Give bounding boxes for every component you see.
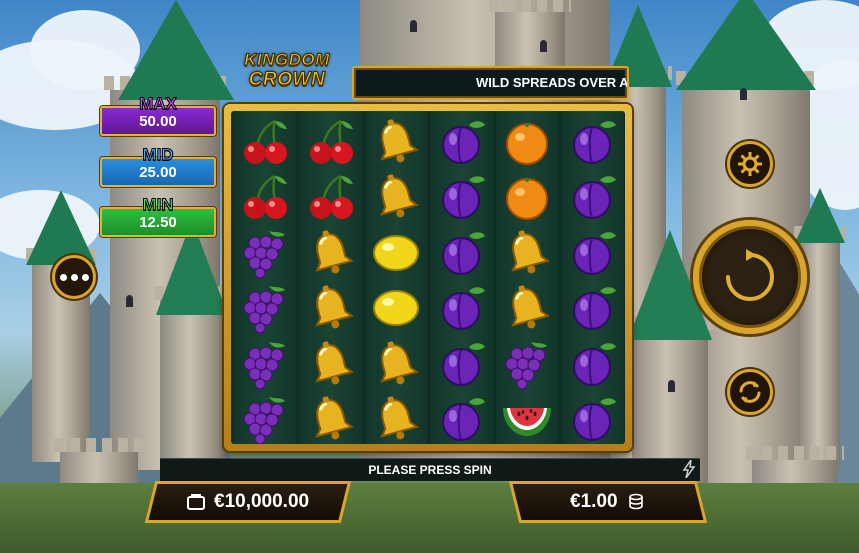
bell-icon [300,225,362,280]
jackpot-min-label: MIN [142,195,174,214]
balance-value: €10,000.00 [214,491,310,512]
plum-icon [562,336,624,391]
cherry-icon [234,114,296,169]
bell-icon [300,281,362,336]
grapes-icon [234,225,296,280]
bet-display[interactable]: €1.00 [508,481,708,523]
bell-icon [365,336,427,391]
bell-icon [496,281,558,336]
reel-1 [234,111,296,444]
plum-icon [562,170,624,225]
balance-display: €10,000.00 [144,481,352,523]
grapes-icon [496,336,558,391]
jackpot-mid-label: MID [142,145,174,164]
cherry-icon [300,114,362,169]
grapes-icon [234,281,296,336]
lemon-icon [365,281,427,336]
plum-icon [562,281,624,336]
menu-dots-icon [59,273,89,281]
orange-icon [496,114,558,169]
jackpot-max-label: MAX [139,94,178,113]
coins-icon [628,493,643,510]
bell-icon [365,114,427,169]
plum-icon [562,225,624,280]
plum-icon [431,281,493,336]
plum-icon [431,114,493,169]
bell-icon [365,170,427,225]
grapes-icon [234,392,296,444]
settings-button[interactable] [727,141,773,187]
autoplay-icon [739,381,761,403]
spin-arrow-icon [726,249,774,301]
menu-button[interactable] [52,255,96,299]
reel-frame [224,104,632,451]
autoplay-button[interactable] [727,369,773,415]
plum-icon [431,336,493,391]
cherry-icon [300,170,362,225]
reel-area [231,111,625,444]
reel-3 [365,111,427,444]
cherry-icon [234,170,296,225]
lemon-icon [365,225,427,280]
logo-line-1: KINGDOM [244,50,330,70]
plum-icon [431,225,493,280]
plum-icon [562,114,624,169]
reel-4 [430,111,493,445]
plum-icon [431,392,493,445]
logo-line-2: CROWN [248,69,326,90]
bell-icon [300,336,362,391]
reel-6 [561,111,624,445]
status-message: PLEASE PRESS SPIN [160,458,700,481]
bell-icon [496,225,558,280]
gear-icon [738,152,762,176]
bet-value: €1.00 [570,491,618,512]
orange-icon [496,170,558,225]
wallet-icon [187,494,206,510]
info-marquee: WILD SPREADS OVER A [352,66,629,100]
spin-button[interactable] [693,220,807,334]
plum-icon [562,392,624,445]
reel-5 [496,111,558,444]
bell-icon [365,392,427,445]
game-logo: KINGDOM CROWN [228,50,346,100]
reel-2 [299,111,362,445]
grapes-icon [234,336,296,391]
watermelon-icon [496,392,558,445]
plum-icon [431,170,493,225]
bell-icon [300,392,362,445]
turbo-bolt-icon[interactable] [682,460,696,478]
